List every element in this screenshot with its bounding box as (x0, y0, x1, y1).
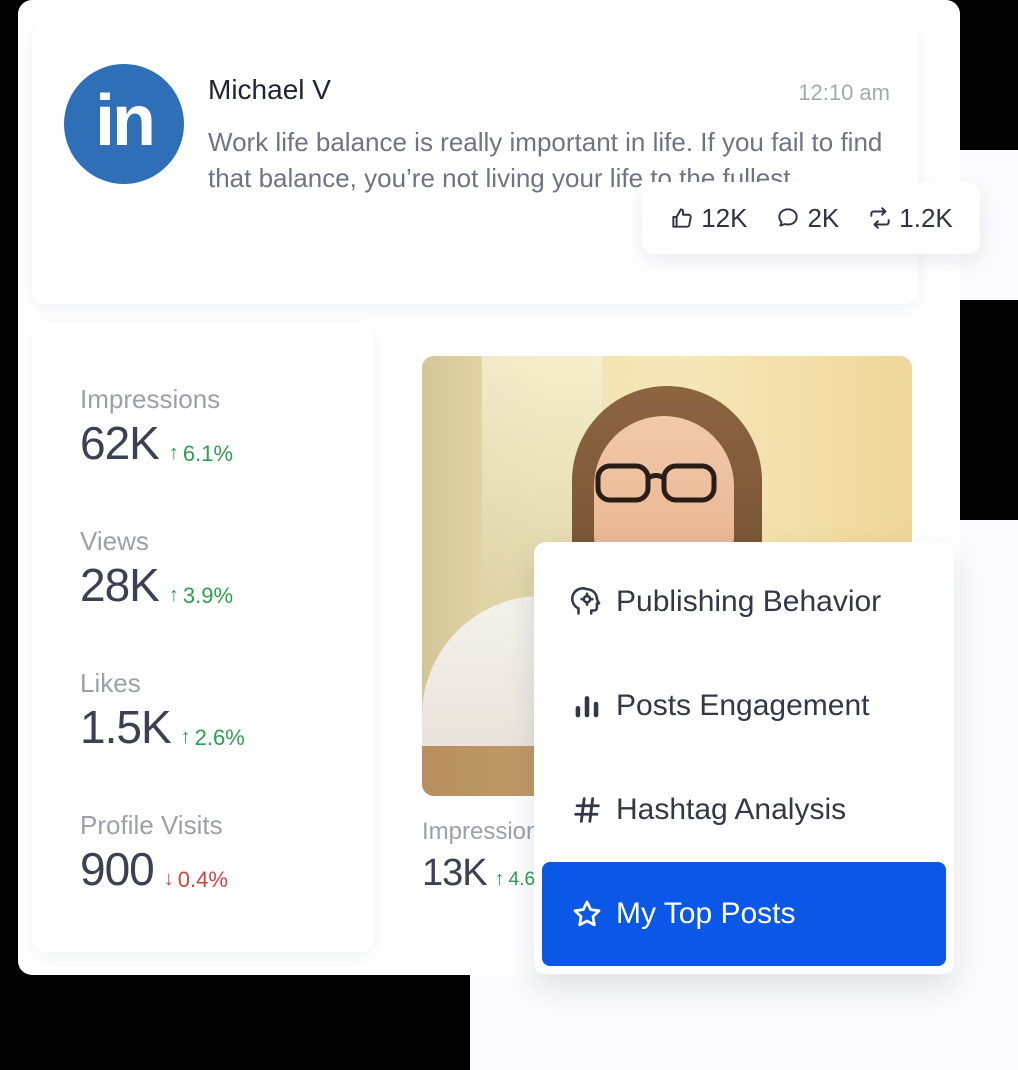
menu-item-hashtag-analysis[interactable]: Hashtag Analysis (542, 758, 946, 862)
photo-stat: 13K ↑ 4.6% (422, 852, 552, 895)
stat-change: ↓ 0.4% (164, 867, 228, 893)
comment-count[interactable]: 2K (775, 203, 839, 234)
stat-label: Views (80, 526, 149, 556)
arrow-down-icon: ↓ (163, 868, 174, 890)
menu-item-my-top-posts[interactable]: My Top Posts (542, 862, 946, 966)
stat-impressions: Impressions 62K ↑ 6.1% (80, 384, 233, 470)
stat-value: 28K (80, 559, 160, 611)
star-icon (573, 900, 601, 927)
post-time: 12:10 am (798, 80, 890, 105)
stat-change: ↑ 2.6% (181, 725, 245, 751)
arrow-up-icon: ↑ (180, 726, 191, 748)
menu-item-posts-engagement[interactable]: Posts Engagement (542, 654, 946, 758)
stat-value: 900 (80, 843, 155, 895)
menu-item-publishing-behavior[interactable]: Publishing Behavior (542, 550, 946, 654)
linkedin-logo-icon: in (95, 81, 156, 161)
bar-chart-icon (575, 696, 599, 718)
repost-count[interactable]: 1.2K (867, 203, 953, 234)
thumbs-up-icon (672, 208, 692, 228)
stat-label: Profile Visits (80, 810, 223, 840)
glasses-shape (595, 463, 717, 503)
photo-stat-value: 13K (422, 852, 488, 894)
menu-item-label: Posts Engagement (616, 689, 870, 722)
post-author[interactable]: Michael V (208, 74, 331, 106)
menu-item-label: Hashtag Analysis (616, 793, 847, 826)
stat-label: Likes (80, 668, 141, 698)
photo-stat-label: Impressions (422, 818, 552, 845)
arrow-up-icon: ↑ (168, 584, 179, 606)
like-count[interactable]: 12K (669, 203, 747, 234)
repost-count-label: 1.2K (899, 202, 953, 233)
repost-icon (870, 207, 890, 229)
like-count-label: 12K (701, 202, 748, 233)
stat-value: 62K (80, 417, 160, 469)
stat-profile-visits: Profile Visits 900 ↓ 0.4% (80, 810, 228, 896)
scene: in Michael V 12:10 am Work life balance … (0, 0, 1018, 1070)
stat-change-value: 2.6% (194, 724, 245, 750)
reactions-bar: 12K 2K 1.2K (642, 182, 980, 254)
stat-label: Impressions (80, 384, 221, 414)
menu-item-label: Publishing Behavior (616, 585, 882, 618)
analytics-menu: Publishing Behavior Posts Engagement Has… (534, 542, 954, 974)
stat-change: ↑ 3.9% (169, 583, 233, 609)
arrow-up-icon: ↑ (494, 868, 505, 890)
stat-likes: Likes 1.5K ↑ 2.6% (80, 668, 245, 754)
comment-icon (778, 208, 799, 227)
stat-change-value: 3.9% (182, 582, 234, 608)
avatar[interactable]: in (64, 64, 184, 184)
stat-change-value: 6.1% (182, 440, 234, 466)
hashtag-icon (574, 797, 600, 823)
menu-item-label: My Top Posts (616, 897, 796, 930)
stat-change: ↑ 6.1% (169, 441, 233, 467)
arrow-up-icon: ↑ (168, 442, 179, 464)
comment-count-label: 2K (807, 202, 840, 233)
stat-value: 1.5K (80, 701, 172, 753)
brain-gear-icon (571, 587, 601, 615)
stat-change-value: 0.4% (177, 866, 228, 892)
stat-views: Views 28K ↑ 3.9% (80, 526, 233, 612)
